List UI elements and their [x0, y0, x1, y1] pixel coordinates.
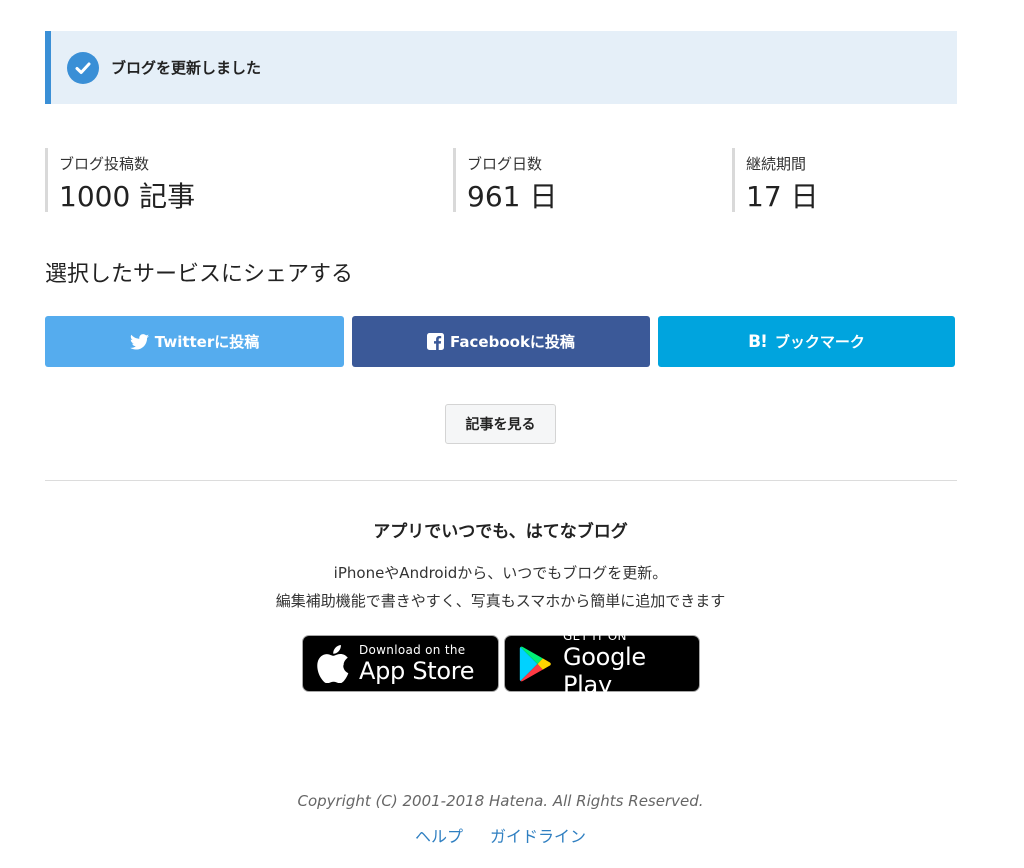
guideline-link[interactable]: ガイドライン	[490, 827, 586, 846]
help-link[interactable]: ヘルプ	[415, 827, 463, 846]
notice-message: ブログを更新しました	[111, 59, 262, 77]
stat-post-count: ブログ投稿数 1000 記事	[45, 148, 196, 213]
stat-value: 1000 記事	[59, 180, 196, 213]
app-store-big-text: App Store	[359, 656, 475, 685]
stat-label: 継続期間	[746, 155, 807, 173]
success-notice: ブログを更新しました	[45, 31, 957, 104]
twitter-bird-icon	[129, 333, 149, 350]
app-store-badge[interactable]: Download on the App Store	[302, 635, 499, 692]
app-store-text: Download on the App Store	[359, 642, 475, 685]
copyright: Copyright (C) 2001-2018 Hatena. All Righ…	[297, 792, 704, 810]
apple-icon	[317, 644, 349, 683]
footer-links: ヘルプ ガイドライン	[0, 825, 1001, 849]
google-play-small-text: GET IT ON	[563, 628, 627, 643]
stat-value: 961 日	[467, 180, 558, 213]
app-store-small-text: Download on the	[359, 642, 466, 657]
app-promo-desc-line2: 編集補助機能で書きやすく、写真もスマホから簡単に追加できます	[275, 592, 726, 610]
stat-streak: 継続期間 17 日	[732, 148, 819, 213]
page: ブログを更新しました ブログ投稿数 1000 記事 ブログ日数 961 日 継続…	[0, 0, 1024, 868]
hatena-bookmark-icon: B!	[748, 331, 768, 352]
google-play-text: GET IT ON Google Play	[563, 629, 699, 699]
facebook-f-icon	[427, 333, 445, 350]
divider	[45, 480, 957, 481]
stat-label: ブログ投稿数	[59, 155, 150, 173]
hatena-bookmark-label: ブックマーク	[774, 333, 865, 351]
check-circle-icon	[67, 51, 99, 84]
google-play-badge[interactable]: GET IT ON Google Play	[504, 629, 700, 699]
stat-value: 17 日	[746, 180, 819, 213]
stat-blog-days: ブログ日数 961 日	[453, 148, 558, 213]
app-promo-desc-line1: iPhoneやAndroidから、いつでもブログを更新。	[333, 564, 668, 582]
app-promo-title: アプリでいつでも、はてなブログ	[373, 522, 628, 542]
twitter-share-label: Twitterに投稿	[154, 333, 260, 351]
facebook-share-button[interactable]: Facebookに投稿	[352, 316, 650, 367]
hatena-bookmark-button[interactable]: B! ブックマーク	[658, 316, 955, 367]
stat-label: ブログ日数	[467, 155, 543, 173]
google-play-big-text: Google Play	[563, 642, 646, 699]
google-play-icon	[519, 646, 553, 682]
facebook-share-label: Facebookに投稿	[450, 333, 575, 351]
twitter-share-button[interactable]: Twitterに投稿	[45, 316, 344, 367]
view-article-button[interactable]: 記事を見る	[445, 404, 556, 444]
share-heading: 選択したサービスにシェアする	[45, 262, 354, 287]
